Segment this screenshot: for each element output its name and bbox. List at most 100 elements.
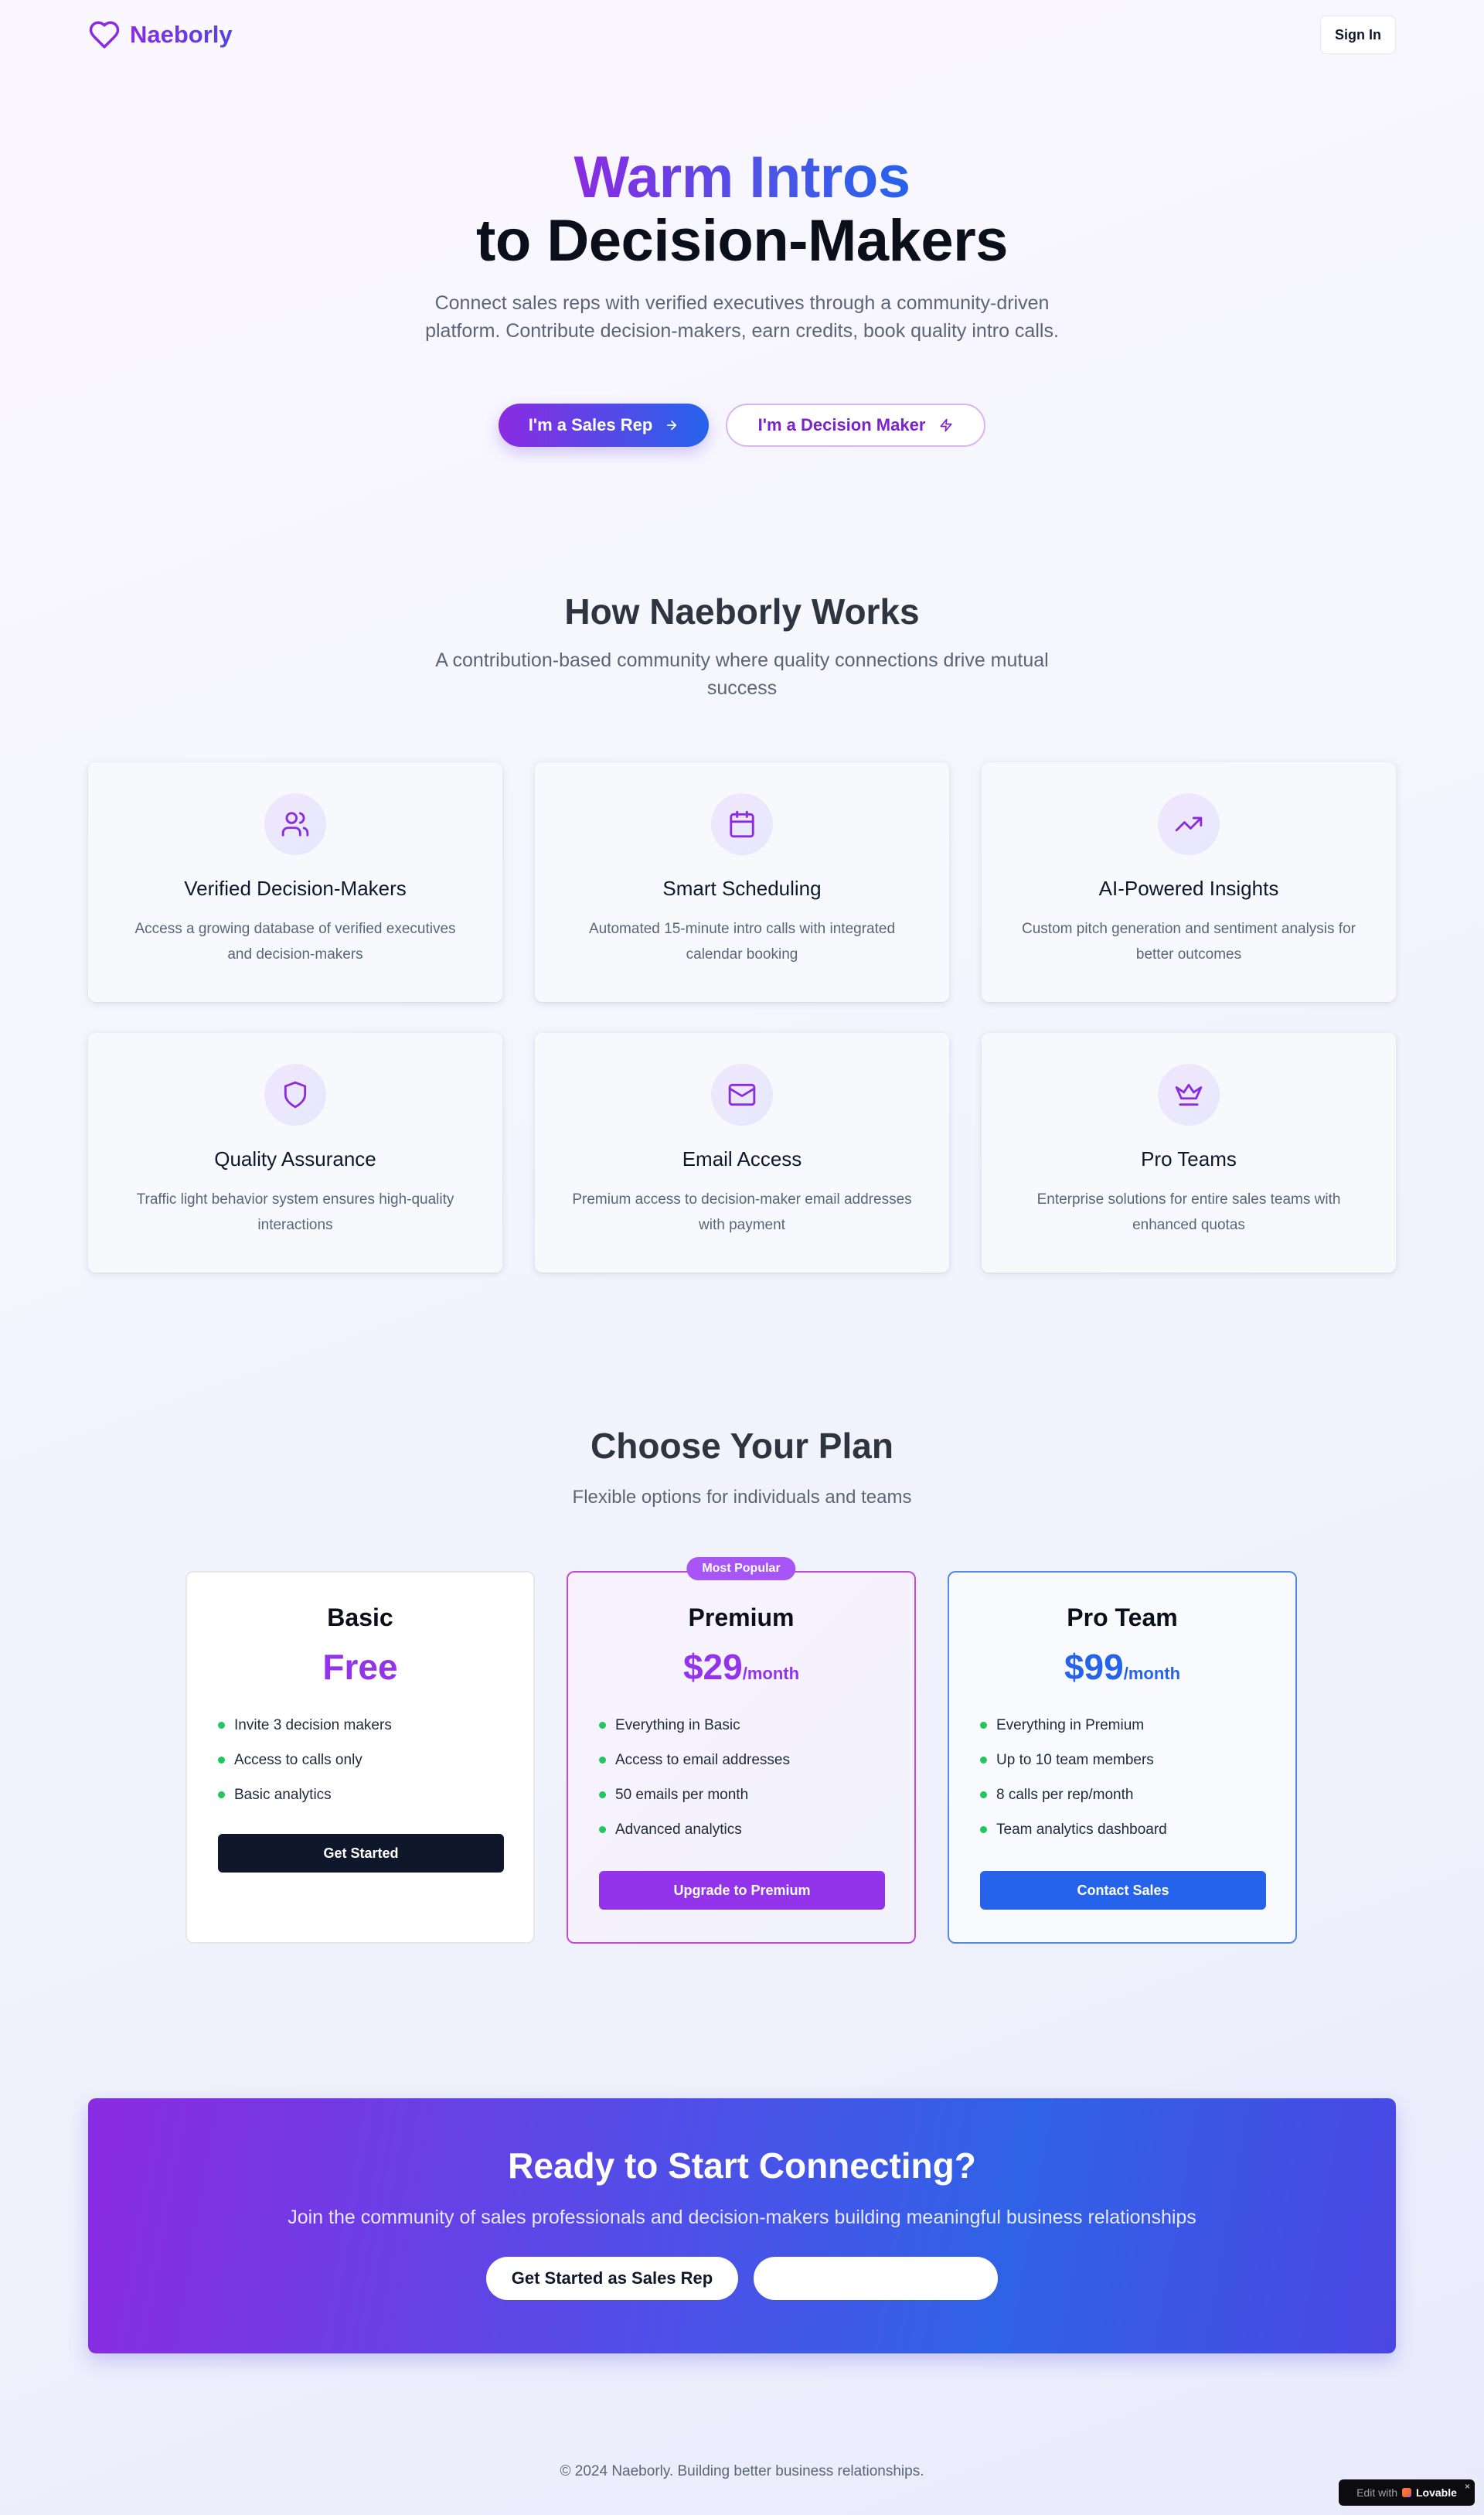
lovable-logo-icon xyxy=(1402,2488,1411,2497)
plan-card-pro-team: Pro Team $99/month Everything in Premium… xyxy=(948,1571,1297,1944)
plan-feature-list: Everything in Premium Up to 10 team memb… xyxy=(980,1708,1295,1847)
plan-name: Premium xyxy=(688,1603,795,1631)
decision-maker-button[interactable]: I'm a Decision Maker xyxy=(726,404,985,447)
plan-feature: Everything in Premium xyxy=(980,1708,1295,1743)
top-nav: Naeborly Sign In xyxy=(0,0,1484,71)
feature-title: Email Access xyxy=(682,1147,802,1171)
hero-cta-group: I'm a Sales Rep I'm a Decision Maker xyxy=(0,404,1484,447)
check-dot-icon xyxy=(599,1722,606,1729)
check-dot-icon xyxy=(980,1722,987,1729)
upgrade-premium-button[interactable]: Upgrade to Premium xyxy=(599,1871,885,1910)
feature-card: Verified Decision-Makers Access a growin… xyxy=(88,762,502,1002)
feature-description: Automated 15-minute intro calls with int… xyxy=(588,921,896,963)
how-it-works-title: How Naeborly Works xyxy=(564,591,920,632)
check-dot-icon xyxy=(980,1826,987,1833)
feature-description: Premium access to decision-maker email a… xyxy=(572,1191,912,1233)
feature-description: Traffic light behavior system ensures hi… xyxy=(136,1191,454,1233)
plan-feature-text: Everything in Basic xyxy=(615,1717,740,1733)
feature-title: Pro Teams xyxy=(1141,1147,1237,1171)
plan-feature-text: Up to 10 team members xyxy=(996,1752,1154,1768)
plan-feature-list: Everything in Basic Access to email addr… xyxy=(599,1708,914,1847)
zap-icon xyxy=(940,418,952,432)
plan-name: Basic xyxy=(327,1603,393,1631)
plan-price: $29/month xyxy=(568,1646,914,1688)
plan-feature: Everything in Basic xyxy=(599,1708,914,1743)
plan-price: $99/month xyxy=(949,1646,1295,1688)
lovable-name: Lovable xyxy=(1416,2486,1457,2499)
plan-name: Pro Team xyxy=(1067,1603,1178,1631)
plan-price-value: Free xyxy=(322,1647,398,1687)
check-dot-icon xyxy=(599,1757,606,1764)
trending-up-icon xyxy=(1158,793,1220,855)
hero-title-highlight: Warm Intros xyxy=(574,145,910,210)
check-dot-icon xyxy=(599,1791,606,1798)
plan-price: Free xyxy=(187,1646,533,1688)
brand-name: Naeborly xyxy=(130,21,233,48)
users-icon xyxy=(264,793,326,855)
check-dot-icon xyxy=(218,1757,225,1764)
get-started-sales-rep-button[interactable]: Get Started as Sales Rep xyxy=(486,2257,738,2300)
sales-rep-button-label: I'm a Sales Rep xyxy=(528,415,653,435)
plan-card-premium: Most Popular Premium $29/month Everythin… xyxy=(567,1557,916,1944)
get-started-button[interactable]: Get Started xyxy=(218,1834,504,1873)
plan-feature: 50 emails per month xyxy=(599,1777,914,1812)
join-decision-maker-button[interactable]: Join as Decision Maker xyxy=(754,2257,998,2300)
plan-feature-text: Access to calls only xyxy=(234,1752,362,1768)
cta-banner: Ready to Start Connecting? Join the comm… xyxy=(88,2098,1396,2353)
cta-subtitle: Join the community of sales professional… xyxy=(288,2207,1196,2228)
plan-feature: Access to email addresses xyxy=(599,1743,914,1777)
check-dot-icon xyxy=(218,1791,225,1798)
sales-rep-button[interactable]: I'm a Sales Rep xyxy=(499,404,709,447)
plan-feature: Team analytics dashboard xyxy=(980,1812,1295,1847)
plan-feature-text: Basic analytics xyxy=(234,1787,332,1803)
calendar-icon xyxy=(711,793,773,855)
shield-icon xyxy=(264,1064,326,1126)
edit-with-label: Edit with xyxy=(1356,2486,1397,2499)
feature-title: Smart Scheduling xyxy=(662,877,822,900)
feature-title: Quality Assurance xyxy=(214,1147,376,1171)
edit-with-lovable-badge[interactable]: Edit with Lovable × xyxy=(1339,2479,1475,2506)
feature-card: Email Access Premium access to decision-… xyxy=(535,1033,949,1273)
feature-title: AI-Powered Insights xyxy=(1098,877,1279,900)
mail-icon xyxy=(711,1064,773,1126)
footer-text: © 2024 Naeborly. Building better busines… xyxy=(560,2463,924,2479)
plan-feature: 8 calls per rep/month xyxy=(980,1777,1295,1812)
close-icon[interactable]: × xyxy=(1465,2481,1470,2492)
check-dot-icon xyxy=(218,1722,225,1729)
heart-icon xyxy=(89,21,120,49)
plan-feature-text: Everything in Premium xyxy=(996,1717,1145,1733)
plan-price-value: $99 xyxy=(1064,1647,1124,1687)
pricing-subtitle: Flexible options for individuals and tea… xyxy=(572,1487,912,1508)
decision-maker-button-label: I'm a Decision Maker xyxy=(757,415,926,435)
feature-card: Pro Teams Enterprise solutions for entir… xyxy=(982,1033,1396,1273)
feature-card: Smart Scheduling Automated 15-minute int… xyxy=(535,762,949,1002)
plan-feature-text: Team analytics dashboard xyxy=(996,1822,1167,1838)
plan-feature: Invite 3 decision makers xyxy=(218,1708,533,1743)
plan-price-period: /month xyxy=(742,1664,800,1683)
pricing-grid: Basic Free Invite 3 decision makers Acce… xyxy=(186,1557,1298,1944)
features-grid: Verified Decision-Makers Access a growin… xyxy=(88,762,1396,1273)
feature-card: AI-Powered Insights Custom pitch generat… xyxy=(982,762,1396,1002)
sign-in-button[interactable]: Sign In xyxy=(1320,15,1396,54)
plan-feature: Advanced analytics xyxy=(599,1812,914,1847)
plan-feature-text: 8 calls per rep/month xyxy=(996,1787,1134,1803)
feature-title: Verified Decision-Makers xyxy=(184,877,407,900)
plan-feature: Up to 10 team members xyxy=(980,1743,1295,1777)
plan-feature: Access to calls only xyxy=(218,1743,533,1777)
plan-feature-text: Access to email addresses xyxy=(615,1752,790,1768)
how-it-works-subtitle: A contribution-based community where qua… xyxy=(0,646,1484,702)
arrow-right-icon xyxy=(667,420,677,431)
check-dot-icon xyxy=(599,1826,606,1833)
feature-description: Enterprise solutions for entire sales te… xyxy=(1036,1191,1341,1233)
cta-title: Ready to Start Connecting? xyxy=(508,2145,976,2186)
plan-price-value: $29 xyxy=(682,1647,743,1687)
contact-sales-button[interactable]: Contact Sales xyxy=(980,1871,1266,1910)
plan-feature-list: Invite 3 decision makers Access to calls… xyxy=(218,1708,533,1812)
most-popular-badge: Most Popular xyxy=(686,1557,796,1580)
feature-description: Access a growing database of verified ex… xyxy=(134,921,456,963)
plan-feature-text: Advanced analytics xyxy=(615,1822,742,1838)
brand-logo[interactable]: Naeborly xyxy=(88,19,233,51)
hero-section: Warm Intros to Decision-Makers Connect s… xyxy=(0,145,1484,447)
plan-feature-text: 50 emails per month xyxy=(615,1787,749,1803)
hero-title: to Decision-Makers xyxy=(476,208,1008,274)
